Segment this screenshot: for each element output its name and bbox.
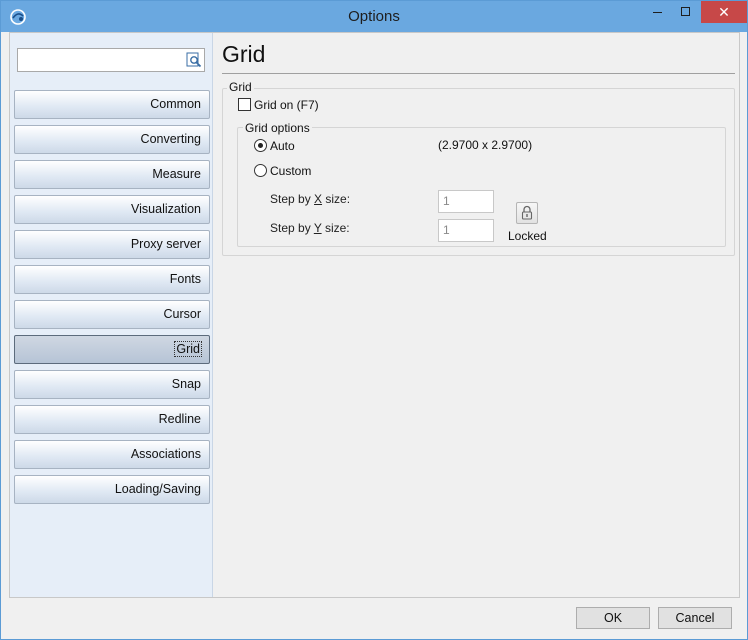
sidebar-item-snap[interactable]: Snap [14,370,210,399]
step-x-prefix: Step by [270,192,315,206]
step-y-input[interactable]: 1 [438,219,494,242]
minimize-icon [653,12,662,14]
sidebar-item-label: Proxy server [130,237,201,251]
close-button[interactable]: ✕ [701,1,747,23]
sidebar-item-associations[interactable]: Associations [14,440,210,469]
sidebar-item-label: Grid [174,341,202,357]
sidebar-item-visualization[interactable]: Visualization [14,195,210,224]
sidebar-item-proxy-server[interactable]: Proxy server [14,230,210,259]
client-area: Common Converting Measure Visualization … [9,32,740,598]
title-bar[interactable]: Options ✕ [1,1,747,32]
sidebar-item-grid[interactable]: Grid [14,335,210,364]
ok-button[interactable]: OK [576,607,650,629]
custom-radio[interactable] [254,164,267,177]
lock-button[interactable] [516,202,538,224]
auto-grid-size-value: (2.9700 x 2.9700) [438,138,533,152]
step-y-prefix: Step by [270,221,314,235]
sidebar-item-measure[interactable]: Measure [14,160,210,189]
cancel-button[interactable]: Cancel [658,607,732,629]
sidebar-item-label: Common [150,97,201,111]
step-x-suffix: size: [322,192,351,206]
sidebar-item-fonts[interactable]: Fonts [14,265,210,294]
step-x-label: Step by X size: [270,192,350,206]
sidebar-item-converting[interactable]: Converting [14,125,210,154]
options-window: Options ✕ Common Converting Measure Visu… [0,0,748,640]
custom-label[interactable]: Custom [270,164,311,178]
step-y-key: Y [313,221,322,235]
maximize-icon [681,7,690,17]
sidebar-item-label: Snap [171,377,201,391]
auto-label[interactable]: Auto [270,139,295,153]
sidebar-item-label: Fonts [169,272,201,286]
page-title: Grid [222,41,266,67]
grid-on-label[interactable]: Grid on (F7) [254,98,319,112]
step-x-input[interactable]: 1 [438,190,494,213]
sidebar-item-cursor[interactable]: Cursor [14,300,210,329]
sidebar-item-label: Loading/Saving [114,482,201,496]
sidebar-item-common[interactable]: Common [14,90,210,119]
minimize-button[interactable] [644,1,671,23]
auto-radio[interactable] [254,139,267,152]
grid-options-legend: Grid options [243,121,312,135]
step-x-key: X [314,192,323,206]
sidebar-item-label: Associations [130,447,201,461]
sidebar-item-label: Cursor [163,307,201,321]
sidebar-item-redline[interactable]: Redline [14,405,210,434]
grid-group-legend: Grid [227,80,254,94]
sidebar: Common Converting Measure Visualization … [10,33,213,597]
search-input[interactable] [18,49,178,71]
sidebar-item-label: Converting [140,132,201,146]
sidebar-item-label: Measure [152,167,201,181]
maximize-button[interactable] [672,1,699,23]
close-icon: ✕ [718,4,730,20]
sidebar-item-label: Visualization [131,202,201,216]
step-y-label: Step by Y size: [270,221,350,235]
sidebar-item-label: Redline [158,412,201,426]
search-icon[interactable] [186,52,202,68]
settings-panel: Grid Grid Grid on (F7) Grid options Auto… [214,33,739,597]
step-y-suffix: size: [321,221,350,235]
lock-icon [521,205,533,220]
grid-on-checkbox[interactable] [238,98,251,111]
title-divider [222,73,735,74]
search-field[interactable] [17,48,205,72]
locked-label: Locked [508,229,547,243]
sidebar-item-loading-saving[interactable]: Loading/Saving [14,475,210,504]
window-title: Options [348,8,400,25]
